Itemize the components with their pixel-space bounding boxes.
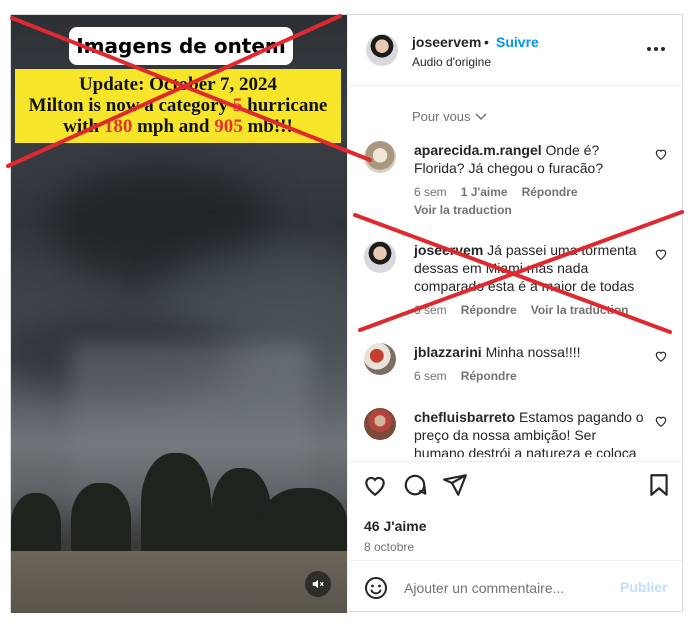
comment-likes[interactable]: 1 J'aime (461, 185, 508, 199)
mute-button[interactable] (305, 571, 331, 597)
avatar[interactable] (366, 34, 398, 66)
post-date[interactable]: 8 octobre (364, 540, 414, 554)
comment-time[interactable]: 6 sem (414, 369, 447, 383)
more-options-button[interactable] (644, 37, 668, 61)
post-sidebar: joseervem • Suivre Audio d'origine Pour … (347, 15, 684, 613)
heart-icon[interactable] (654, 349, 668, 363)
follow-button[interactable]: Suivre (496, 34, 539, 50)
reply-button[interactable]: Répondre (461, 369, 517, 383)
treeline (11, 443, 347, 563)
audio-link[interactable]: Audio d'origine (412, 55, 491, 69)
likes-count[interactable]: 46 J'aime (364, 518, 427, 534)
comment-input[interactable] (404, 578, 604, 598)
reply-button[interactable]: Répondre (461, 303, 517, 317)
translate-link[interactable]: Voir la traduction (531, 303, 629, 317)
comment-time[interactable]: 6 sem (414, 185, 447, 199)
translate-link[interactable]: Voir la traduction (414, 203, 512, 217)
reply-button[interactable]: Répondre (522, 185, 578, 199)
comment-icon[interactable] (402, 472, 428, 498)
comment-time[interactable]: 6 sem (414, 303, 447, 317)
comment-username[interactable]: joseervem (414, 242, 483, 258)
heart-icon[interactable] (654, 247, 668, 261)
post-dialog: Imagens de ontem Update: October 7, 2024… (10, 14, 684, 613)
comment-sort-dropdown[interactable]: Pour vous (412, 109, 487, 124)
chevron-down-icon (475, 112, 487, 120)
avatar[interactable] (364, 241, 396, 273)
publish-button[interactable]: Publier (620, 579, 667, 595)
comment-username[interactable]: jblazzarini (414, 344, 482, 360)
heart-icon[interactable] (362, 472, 388, 498)
comment-username[interactable]: aparecida.m.rangel (414, 142, 542, 158)
avatar[interactable] (364, 408, 396, 440)
comments-list[interactable]: Pour vous aparecida.m.rangel Onde é? Flo… (348, 87, 684, 457)
post-video[interactable]: Imagens de ontem Update: October 7, 2024… (11, 15, 347, 613)
avatar[interactable] (364, 141, 396, 173)
video-caption-update: Update: October 7, 2024 Milton is now a … (15, 69, 341, 143)
comment-composer: Publier (348, 560, 684, 613)
more-horizontal-icon (647, 47, 665, 51)
heart-icon[interactable] (654, 147, 668, 161)
video-caption-title: Imagens de ontem (69, 27, 293, 65)
comment-username[interactable]: chefluisbarreto (414, 409, 515, 425)
speaker-muted-icon (312, 579, 324, 589)
heart-icon[interactable] (654, 414, 668, 428)
author-username[interactable]: joseervem (412, 34, 481, 50)
avatar[interactable] (364, 343, 396, 375)
comment-text: Minha nossa!!!! (485, 344, 581, 360)
share-icon[interactable] (442, 472, 468, 498)
post-header: joseervem • Suivre Audio d'origine (348, 15, 684, 86)
bookmark-icon[interactable] (646, 472, 672, 498)
emoji-icon[interactable] (364, 576, 388, 600)
separator-dot: • (484, 34, 489, 50)
